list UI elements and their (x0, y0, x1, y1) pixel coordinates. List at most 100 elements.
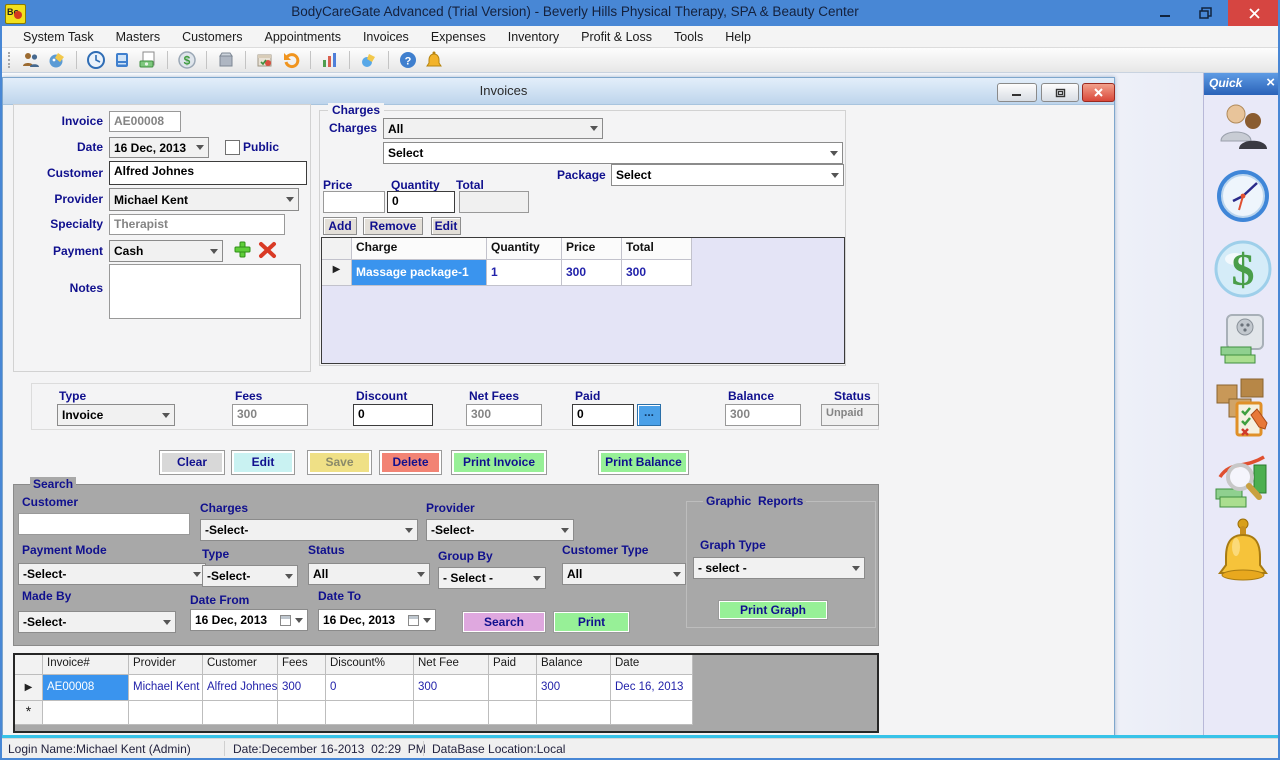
edit-charge-button[interactable]: Edit (431, 217, 461, 235)
delete-button[interactable]: Delete (379, 450, 442, 475)
customers-icon[interactable] (21, 50, 41, 70)
price-cell[interactable]: 300 (562, 260, 622, 286)
discount-cell[interactable]: 0 (326, 675, 414, 701)
print-balance-button[interactable]: Print Balance (598, 450, 689, 475)
col-provider[interactable]: Provider (129, 655, 203, 675)
charges-filter-dropdown[interactable]: All (383, 118, 603, 139)
col-fees[interactable]: Fees (278, 655, 326, 675)
reminder-bell-icon[interactable] (1212, 517, 1274, 592)
quick-close-icon[interactable]: × (1266, 74, 1275, 91)
col-netfee[interactable]: Net Fee (414, 655, 489, 675)
type-dropdown[interactable]: Invoice (57, 404, 175, 426)
print-button[interactable]: Print (553, 611, 630, 633)
new-row-selector[interactable]: * (15, 701, 43, 725)
menu-tools[interactable]: Tools (663, 28, 714, 46)
quantity-field[interactable]: 0 (387, 191, 455, 213)
edit-button[interactable]: Edit (231, 450, 295, 475)
window-minimize-button[interactable] (1148, 0, 1182, 26)
graph-type-dropdown[interactable]: - select - (693, 557, 865, 579)
save-button[interactable]: Save (307, 450, 372, 475)
masters-icon[interactable] (47, 50, 67, 70)
paid-browse-button[interactable]: ... (637, 404, 661, 426)
menu-inventory[interactable]: Inventory (497, 28, 570, 46)
search-button[interactable]: Search (462, 611, 546, 633)
expenses-money-icon[interactable] (1217, 313, 1269, 372)
package-dropdown[interactable]: Select (611, 164, 844, 186)
charges-col-price[interactable]: Price (562, 238, 622, 260)
row-selector[interactable]: ▶ (322, 260, 352, 286)
menu-profit-loss[interactable]: Profit & Loss (570, 28, 663, 46)
row-selector[interactable]: ▶ (15, 675, 43, 701)
customer-type-dropdown[interactable]: All (562, 563, 686, 585)
search-provider-dropdown[interactable]: -Select- (426, 519, 574, 541)
paid-field[interactable]: 0 (572, 404, 634, 426)
group-by-dropdown[interactable]: - Select - (438, 567, 546, 589)
payment-dropdown[interactable]: Cash (109, 240, 223, 262)
appointments-clock-icon[interactable] (86, 50, 106, 70)
fees-cell[interactable]: 300 (278, 675, 326, 701)
provider-cell[interactable]: Michael Kent (129, 675, 203, 701)
search-charges-dropdown[interactable]: -Select- (200, 519, 418, 541)
col-date[interactable]: Date (611, 655, 693, 675)
col-invoice[interactable]: Invoice# (43, 655, 129, 675)
invoices-close-button[interactable] (1082, 83, 1115, 102)
date-cell[interactable]: Dec 16, 2013 (611, 675, 693, 701)
expenses-dollar-icon[interactable]: $ (177, 50, 197, 70)
undo-icon[interactable] (281, 50, 301, 70)
payment-mode-dropdown[interactable]: -Select- (18, 563, 206, 585)
packages-icon[interactable] (255, 50, 275, 70)
price-field[interactable] (323, 191, 385, 213)
notes-field[interactable] (109, 264, 301, 319)
charge-cell[interactable]: Massage package-1 (352, 260, 487, 286)
col-discount[interactable]: Discount% (326, 655, 414, 675)
reminder-bell-icon[interactable] (424, 50, 444, 70)
quantity-cell[interactable]: 1 (487, 260, 562, 286)
search-type-dropdown[interactable]: -Select- (202, 565, 298, 587)
total-cell[interactable]: 300 (622, 260, 692, 286)
clear-button[interactable]: Clear (159, 450, 225, 475)
add-payment-plus-icon[interactable] (233, 240, 252, 259)
invoices-icon[interactable] (138, 50, 158, 70)
made-by-dropdown[interactable]: -Select- (18, 611, 176, 633)
menu-masters[interactable]: Masters (105, 28, 171, 46)
menu-system-task[interactable]: System Task (12, 28, 105, 46)
inventory-boxes-icon[interactable] (1211, 371, 1275, 448)
charges-col-quantity[interactable]: Quantity (487, 238, 562, 260)
date-to-picker[interactable]: 16 Dec, 2013 (318, 609, 436, 631)
invoices-restore-button[interactable] (1041, 83, 1079, 102)
customer-cell[interactable]: Alfred Johnes (203, 675, 278, 701)
inventory-icon[interactable] (216, 50, 236, 70)
provider-dropdown[interactable]: Michael Kent (109, 188, 299, 211)
search-customer-input[interactable] (18, 513, 190, 535)
col-customer[interactable]: Customer (203, 655, 278, 675)
menu-expenses[interactable]: Expenses (420, 28, 497, 46)
balance-cell[interactable]: 300 (537, 675, 611, 701)
charges-col-total[interactable]: Total (622, 238, 692, 260)
col-balance[interactable]: Balance (537, 655, 611, 675)
public-checkbox[interactable] (225, 140, 240, 155)
contacts-icon[interactable] (112, 50, 132, 70)
invoice-cell[interactable]: AE00008 (43, 675, 129, 701)
help-icon[interactable]: ? (398, 50, 418, 70)
search-status-dropdown[interactable]: All (308, 563, 430, 585)
menu-help[interactable]: Help (714, 28, 762, 46)
charge-select-dropdown[interactable]: Select (383, 142, 843, 164)
reports-icon[interactable] (320, 50, 340, 70)
invoice-dollar-icon[interactable]: $ (1213, 237, 1273, 306)
tools-icon[interactable] (359, 50, 379, 70)
customer-field[interactable]: Alfred Johnes (109, 161, 307, 185)
discount-field[interactable]: 0 (353, 404, 433, 426)
window-close-button[interactable] (1228, 0, 1280, 26)
menu-invoices[interactable]: Invoices (352, 28, 420, 46)
paid-cell[interactable] (489, 675, 537, 701)
window-restore-button[interactable] (1186, 0, 1224, 26)
customers-icon[interactable] (1217, 101, 1269, 162)
remove-payment-x-icon[interactable] (258, 240, 277, 259)
col-paid[interactable]: Paid (489, 655, 537, 675)
print-invoice-button[interactable]: Print Invoice (451, 450, 547, 475)
add-button[interactable]: Add (323, 217, 357, 235)
menu-appointments[interactable]: Appointments (254, 28, 352, 46)
appointments-clock-icon[interactable] (1213, 165, 1273, 232)
menu-customers[interactable]: Customers (171, 28, 253, 46)
date-dropdown[interactable]: 16 Dec, 2013 (109, 137, 209, 158)
